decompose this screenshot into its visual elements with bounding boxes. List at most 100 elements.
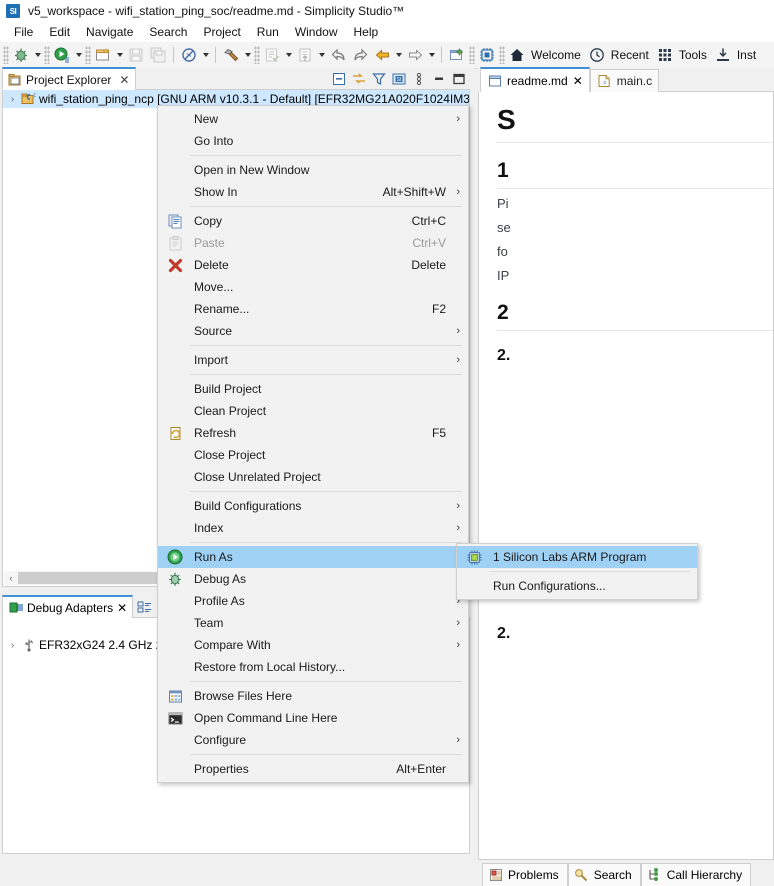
tab-call-hierarchy[interactable]: Call Hierarchy <box>640 863 752 886</box>
tools-button[interactable]: Tools <box>654 44 712 66</box>
context-menu-item-configure[interactable]: Configure › <box>158 729 468 751</box>
debug-adapters-menu-icon[interactable] <box>137 599 152 614</box>
context-menu-item-close-project[interactable]: Close Project <box>158 444 468 466</box>
skip-breakpoints-dropdown-arrow[interactable] <box>283 44 294 66</box>
redo-arrow-icon[interactable] <box>404 44 426 66</box>
skip-breakpoints-icon[interactable] <box>261 44 283 66</box>
menu-navigate[interactable]: Navigate <box>78 24 141 40</box>
menu-help[interactable]: Help <box>346 24 387 40</box>
new-project-icon[interactable] <box>446 44 468 66</box>
context-menu-item-close-unrelated-project[interactable]: Close Unrelated Project <box>158 466 468 488</box>
context-menu-item-properties[interactable]: Properties Alt+Enter <box>158 758 468 780</box>
context-menu-item-compare-with[interactable]: Compare With › <box>158 634 468 656</box>
no-entry-dropdown-arrow[interactable] <box>200 44 211 66</box>
context-menu-item-go-into[interactable]: Go Into <box>158 130 468 152</box>
context-menu-item-refresh[interactable]: Refresh F5 <box>158 422 468 444</box>
context-menu-item-browse-files-here[interactable]: Browse Files Here <box>158 685 468 707</box>
recent-button[interactable]: Recent <box>586 44 654 66</box>
maximize-icon[interactable] <box>451 71 466 86</box>
install-button[interactable]: Inst <box>712 44 761 66</box>
toolbar-drag-handle-6[interactable] <box>499 46 505 64</box>
link-with-editor-icon[interactable] <box>351 71 366 86</box>
simplicity-perspective-icon[interactable]: SI <box>391 71 406 86</box>
back-nav-icon[interactable] <box>327 44 349 66</box>
context-menu-item-run-as[interactable]: Run As› <box>158 546 468 568</box>
menu-edit[interactable]: Edit <box>41 24 78 40</box>
context-menu-item-build-configurations[interactable]: Build Configurations › <box>158 495 468 517</box>
context-menu-item-profile-as[interactable]: Profile As › <box>158 590 468 612</box>
toolbar-drag-handle-2[interactable] <box>44 46 50 64</box>
context-menu-item-icon-slot <box>162 636 188 654</box>
chevron-right-icon[interactable]: › <box>7 94 18 105</box>
new-wizard-icon[interactable] <box>92 44 114 66</box>
context-menu-item-import[interactable]: Import › <box>158 349 468 371</box>
run-dropdown-arrow[interactable] <box>73 44 84 66</box>
forward-nav-icon[interactable] <box>349 44 371 66</box>
toolbar-drag-handle-5[interactable] <box>469 46 475 64</box>
simplicity-studio-window: SI v5_workspace - wifi_station_ping_soc/… <box>0 0 774 886</box>
new-wizard-dropdown-arrow[interactable] <box>114 44 125 66</box>
tab-project-explorer[interactable]: Project Explorer ✕ <box>2 67 137 90</box>
build-hammer-icon[interactable] <box>220 44 242 66</box>
context-menu-item-copy[interactable]: Copy Ctrl+C <box>158 210 468 232</box>
debug-icon[interactable] <box>10 44 32 66</box>
context-menu-item-clean-project[interactable]: Clean Project <box>158 400 468 422</box>
context-menu-item-restore-from-local-history[interactable]: Restore from Local History... <box>158 656 468 678</box>
context-menu-item-index[interactable]: Index › <box>158 517 468 539</box>
run-as-item-run-configurations[interactable]: Run Configurations... <box>457 575 697 597</box>
context-menu-item-source[interactable]: Source › <box>158 320 468 342</box>
run-as-item-icon-slot <box>461 577 487 595</box>
save-icon[interactable] <box>125 44 147 66</box>
debug-dropdown-arrow[interactable] <box>32 44 43 66</box>
view-menu-icon[interactable] <box>411 71 426 86</box>
scroll-left-arrow-icon[interactable]: ‹ <box>4 571 18 585</box>
welcome-button[interactable]: Welcome <box>506 44 586 66</box>
close-icon[interactable]: ✕ <box>119 74 129 86</box>
open-type-icon[interactable] <box>294 44 316 66</box>
menu-file[interactable]: File <box>6 24 41 40</box>
close-icon[interactable]: ✕ <box>573 74 583 88</box>
menu-window[interactable]: Window <box>287 24 346 40</box>
tab-problems[interactable]: Problems <box>482 863 568 886</box>
context-menu-item-move[interactable]: Move... <box>158 276 468 298</box>
device-chip-icon[interactable] <box>476 44 498 66</box>
toolbar-drag-handle-4[interactable] <box>254 46 260 64</box>
run-icon[interactable] <box>51 44 73 66</box>
run-as-submenu[interactable]: 1 Silicon Labs ARM Program Run Configurat… <box>456 543 698 600</box>
toolbar-drag-handle[interactable] <box>3 46 9 64</box>
collapse-all-icon[interactable] <box>331 71 346 86</box>
menu-run[interactable]: Run <box>249 24 287 40</box>
redo-dropdown-arrow[interactable] <box>426 44 437 66</box>
context-menu-item-rename[interactable]: Rename... F2 <box>158 298 468 320</box>
tab-search[interactable]: Search <box>567 863 641 886</box>
menu-project[interactable]: Project <box>195 24 248 40</box>
minimize-icon[interactable] <box>431 71 446 86</box>
open-type-dropdown-arrow[interactable] <box>316 44 327 66</box>
readme-editor-body[interactable]: S 1 Pi se fo IP 2 2. 2. <box>478 92 774 860</box>
no-entry-icon[interactable] <box>178 44 200 66</box>
build-dropdown-arrow[interactable] <box>242 44 253 66</box>
chevron-right-icon[interactable]: › <box>7 640 18 651</box>
context-menu-item-open-in-new-window[interactable]: Open in New Window <box>158 159 468 181</box>
menu-search[interactable]: Search <box>141 24 195 40</box>
save-all-icon[interactable] <box>147 44 169 66</box>
close-icon[interactable]: ✕ <box>117 601 127 615</box>
context-menu-item-show-in[interactable]: Show In Alt+Shift+W › <box>158 181 468 203</box>
context-menu-item-new[interactable]: New › <box>158 108 468 130</box>
undo-dropdown-arrow[interactable] <box>393 44 404 66</box>
context-menu-item-delete[interactable]: Delete Delete <box>158 254 468 276</box>
project-explorer-view-toolbar: SI <box>136 68 470 90</box>
context-menu-item-build-project[interactable]: Build Project <box>158 378 468 400</box>
tab-debug-adapters[interactable]: Debug Adapters ✕ <box>2 595 134 618</box>
tab-main-c[interactable]: .c main.c <box>589 69 660 92</box>
context-menu-item-team[interactable]: Team › <box>158 612 468 634</box>
filter-icon[interactable] <box>371 71 386 86</box>
run-as-item-1-silicon-labs-arm-program[interactable]: 1 Silicon Labs ARM Program <box>457 546 697 568</box>
undo-arrow-icon[interactable] <box>371 44 393 66</box>
debug-adapters-icon <box>8 600 23 615</box>
toolbar-drag-handle-3[interactable] <box>85 46 91 64</box>
context-menu-item-open-command-line-here[interactable]: Open Command Line Here <box>158 707 468 729</box>
context-menu-item-debug-as[interactable]: Debug As› <box>158 568 468 590</box>
project-context-menu[interactable]: New › Go Into Open in New Window Show In Alt+… <box>157 105 469 783</box>
tab-readme-md[interactable]: readme.md ✕ <box>480 67 590 92</box>
